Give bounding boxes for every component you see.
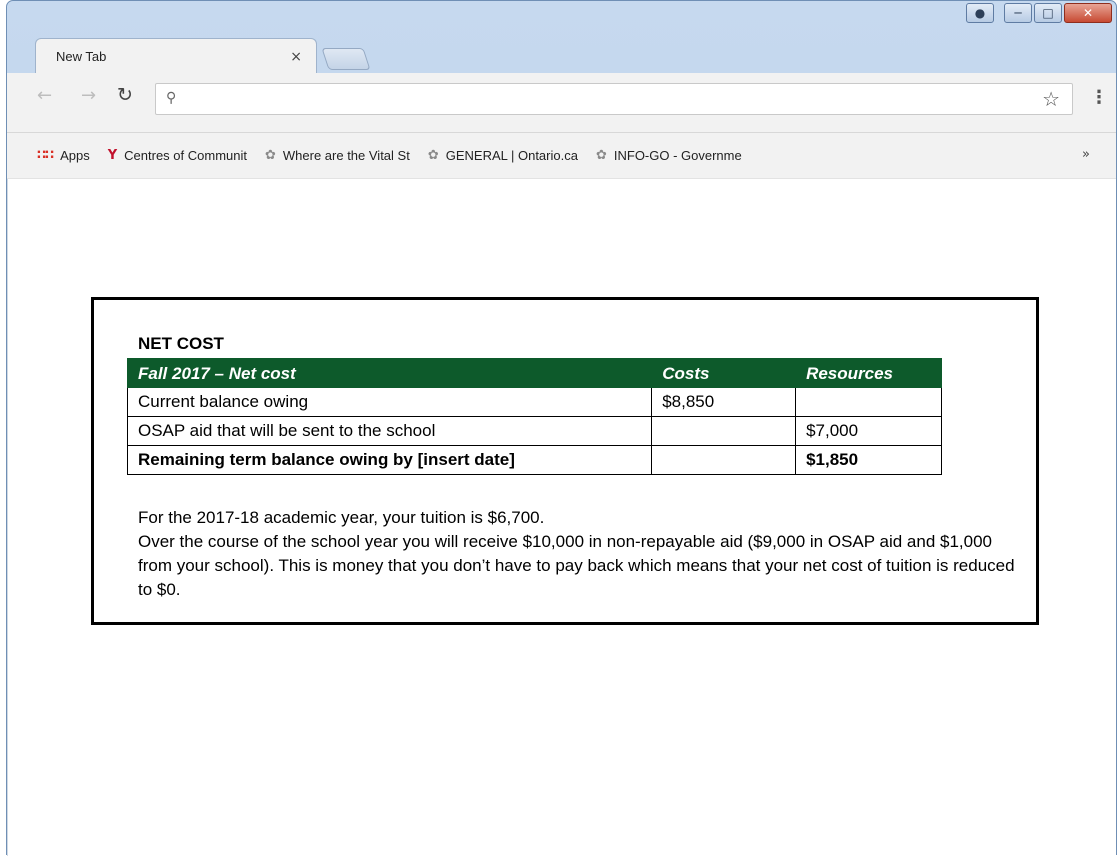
browser-window: ● ─ □ ✕ New Tab × ← → ↻ ⚲ ☆ ⋮ ∷∷ Apps Y …	[6, 0, 1117, 856]
omnibox[interactable]: ⚲ ☆	[155, 83, 1073, 115]
bookmarks-bar: ∷∷ Apps Y Centres of Communit ✿ Where ar…	[7, 133, 1116, 179]
table-cell	[651, 445, 797, 475]
bookmark-star-icon[interactable]: ☆	[1042, 87, 1060, 111]
toolbar: ← → ↻ ⚲ ☆ ⋮	[7, 73, 1116, 133]
minimize-button[interactable]: ─	[1004, 3, 1032, 23]
bookmark-general-ontario[interactable]: ✿ GENERAL | Ontario.ca	[428, 148, 578, 163]
notice-paragraph: Over the course of the school year you w…	[138, 532, 1015, 599]
menu-dots-icon[interactable]: ⋮	[1090, 87, 1108, 108]
net-cost-notice: NET COST Fall 2017 – Net cost Costs Reso…	[91, 297, 1039, 625]
notice-paragraph: For the 2017-18 academic year, your tuit…	[138, 508, 545, 527]
search-icon: ⚲	[166, 90, 177, 106]
bookmark-label: INFO-GO - Governme	[613, 148, 742, 163]
trillium-icon: ✿	[427, 148, 439, 163]
page-content: NET COST Fall 2017 – Net cost Costs Reso…	[7, 179, 1116, 856]
tab-new-tab[interactable]: New Tab ×	[35, 38, 317, 74]
bookmark-label: Apps	[60, 148, 90, 163]
tab-title: New Tab	[56, 49, 107, 64]
table-row-total: Remaining term balance owing by [insert …	[126, 445, 942, 475]
address-input[interactable]	[188, 88, 1028, 110]
table-cell: $1,850	[795, 445, 942, 475]
bookmark-centres[interactable]: Y Centres of Communit	[108, 148, 247, 163]
table-cell: Current balance owing	[126, 387, 653, 417]
table-header: Resources	[795, 358, 942, 388]
user-profile-icon[interactable]: ●	[966, 3, 994, 23]
forward-arrow-icon[interactable]: →	[81, 85, 96, 106]
back-arrow-icon[interactable]: ←	[37, 85, 52, 106]
trillium-icon: ✿	[595, 148, 607, 163]
table-cell	[795, 387, 942, 417]
close-window-button[interactable]: ✕	[1064, 3, 1112, 23]
table-row: OSAP aid that will be sent to the school…	[126, 416, 942, 446]
table-cell	[651, 416, 797, 446]
table-cell: OSAP aid that will be sent to the school	[126, 416, 653, 446]
bookmark-vital-stats[interactable]: ✿ Where are the Vital St	[265, 148, 410, 163]
new-tab-button[interactable]	[321, 48, 371, 70]
apps-grid-icon: ∷∷	[37, 148, 54, 163]
table-cell: Remaining term balance owing by [insert …	[126, 445, 653, 475]
maximize-button[interactable]: □	[1034, 3, 1062, 23]
window-controls: ● ─ □ ✕	[966, 3, 1112, 23]
centres-logo-icon: Y	[107, 148, 118, 163]
bookmark-label: Centres of Communit	[124, 148, 247, 163]
bookmark-apps[interactable]: ∷∷ Apps	[37, 148, 90, 163]
bookmarks-overflow-icon[interactable]: »	[1082, 147, 1090, 162]
table-header: Costs	[651, 358, 797, 388]
bookmark-info-go[interactable]: ✿ INFO-GO - Governme	[596, 148, 742, 163]
reload-icon[interactable]: ↻	[117, 84, 133, 106]
bookmark-label: GENERAL | Ontario.ca	[445, 148, 578, 163]
notice-body: For the 2017-18 academic year, your tuit…	[138, 506, 1028, 602]
table-cell: $7,000	[795, 416, 942, 446]
bookmark-label: Where are the Vital St	[282, 148, 410, 163]
notice-title: NET COST	[138, 334, 224, 353]
trillium-icon: ✿	[264, 148, 276, 163]
table-header: Fall 2017 – Net cost	[126, 358, 653, 388]
table-header-row: Fall 2017 – Net cost Costs Resources	[126, 358, 942, 388]
table-row: Current balance owing $8,850	[126, 387, 942, 417]
tab-close-icon[interactable]: ×	[290, 49, 302, 65]
net-cost-table: Fall 2017 – Net cost Costs Resources Cur…	[126, 358, 942, 475]
table-cell: $8,850	[651, 387, 797, 417]
